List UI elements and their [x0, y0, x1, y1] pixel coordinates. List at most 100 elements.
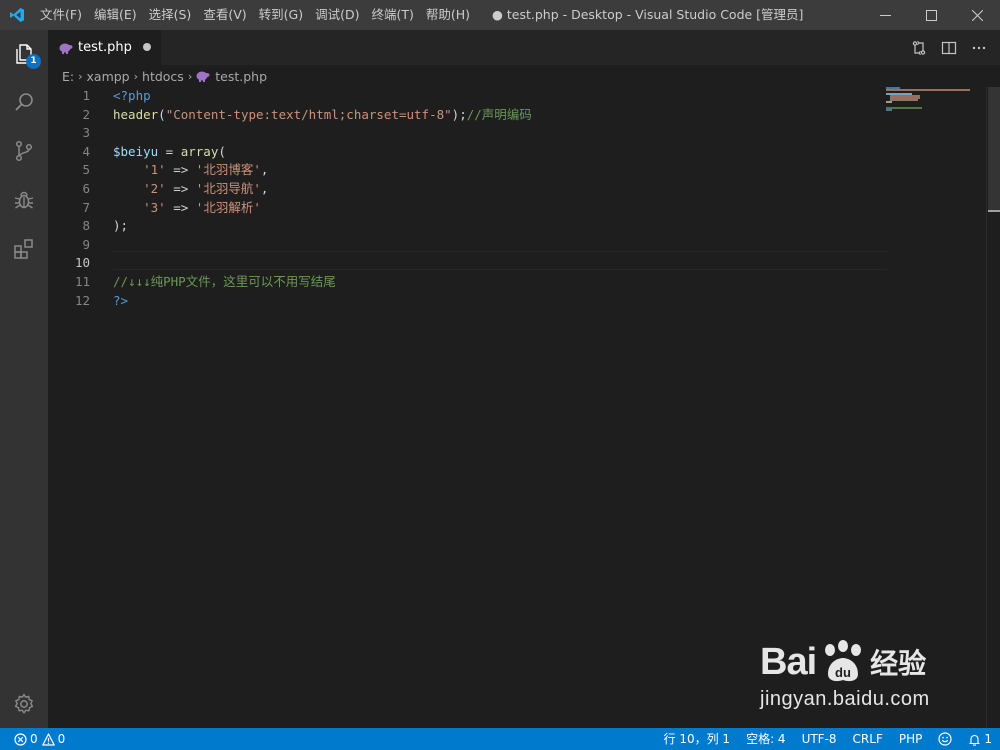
token-operator: => [165, 199, 196, 215]
maximize-icon [925, 9, 937, 21]
menu-help[interactable]: 帮助(H) [420, 0, 476, 30]
vertical-scrollbar[interactable] [986, 87, 1000, 728]
line-number: 11 [74, 273, 90, 289]
token-punct: ( [218, 143, 226, 159]
token-variable: $beiyu [113, 143, 159, 159]
code-line-12: ?> [113, 292, 885, 311]
token-function: header [113, 106, 159, 122]
gear-icon [14, 693, 34, 714]
menu-selection[interactable]: 选择(S) [143, 0, 198, 30]
unsaved-dot-icon[interactable] [143, 43, 151, 51]
minimap[interactable] [886, 87, 986, 728]
menu-debug[interactable]: 调试(D) [309, 0, 365, 30]
code-line-6: '2' => '北羽导航', [113, 180, 885, 199]
php-close-tag: ?> [113, 292, 129, 308]
status-bar-right: 行 10，列 1 空格: 4 UTF-8 CRLF PHP 1 [656, 728, 1000, 750]
watermark-jingyan: 经验 [870, 647, 927, 680]
token-punct: ); [451, 106, 467, 122]
chevron-right-icon: › [78, 69, 83, 83]
breadcrumb-drive[interactable]: E: [62, 69, 74, 84]
split-editor-button[interactable] [938, 37, 960, 59]
activity-bar: 1 [0, 30, 48, 728]
token-string: '3' [143, 199, 166, 215]
close-window-button[interactable] [954, 0, 1000, 30]
php-file-icon [58, 40, 74, 56]
end-of-line[interactable]: CRLF [845, 728, 891, 750]
more-actions-button[interactable] [968, 37, 990, 59]
line-number: 8 [82, 218, 90, 234]
code-line-7: '3' => '北羽解析' [113, 199, 885, 218]
breadcrumb-file[interactable]: test.php [196, 69, 267, 84]
open-changes-button[interactable] [908, 37, 930, 59]
line-number: 2 [82, 106, 90, 122]
menu-bar: 文件(F) 编辑(E) 选择(S) 查看(V) 转到(G) 调试(D) 终端(T… [34, 0, 476, 30]
token-operator: => [165, 162, 196, 178]
breadcrumb-file-label: test.php [215, 68, 268, 84]
token-comment: //↓↓↓纯PHP文件，这里可以不用写结尾 [113, 273, 336, 289]
line-number: 5 [82, 162, 90, 178]
error-count: 0 [30, 732, 38, 746]
menu-terminal[interactable]: 终端(T) [365, 0, 419, 30]
line-number-active: 10 [74, 255, 90, 271]
scrollbar-cursor-marker [988, 210, 1000, 212]
warning-icon [41, 732, 55, 746]
error-icon [14, 732, 27, 746]
explorer-badge: 1 [26, 54, 41, 69]
problems-indicator[interactable]: 0 0 [0, 728, 65, 750]
activity-debug[interactable] [0, 176, 48, 224]
line-number-gutter: 1 2 3 4 5 6 7 8 9 10 11 12 [48, 87, 96, 310]
cursor-position[interactable]: 行 10，列 1 [656, 728, 739, 750]
tab-label: test.php [78, 40, 132, 55]
code-line-5: '1' => '北羽博客', [113, 161, 885, 180]
line-number: 12 [74, 292, 90, 308]
token-function: array [180, 143, 219, 159]
minimize-button[interactable] [862, 0, 908, 30]
token-string: '1' [143, 162, 166, 178]
line-number: 4 [82, 143, 90, 159]
token-string: "Content-type:text/html;charset=utf-8" [165, 106, 452, 122]
status-bar: 0 0 行 10，列 1 空格: 4 UTF-8 CRLF PHP 1 [0, 728, 1000, 750]
indentation[interactable]: 空格: 4 [738, 728, 794, 750]
menu-edit[interactable]: 编辑(E) [88, 0, 143, 30]
chevron-right-icon: › [187, 69, 193, 83]
code-line-2: header("Content-type:text/html;charset=u… [113, 106, 885, 125]
line-number: 9 [82, 236, 90, 252]
file-encoding[interactable]: UTF-8 [794, 728, 845, 750]
bug-icon [14, 191, 34, 209]
token-punct: ( [158, 106, 166, 122]
split-editor-icon [941, 41, 957, 54]
token-string: '北羽解析' [195, 199, 261, 215]
bell-icon [968, 733, 981, 746]
maximize-button[interactable] [908, 0, 954, 30]
editor-actions [908, 30, 990, 65]
token-punct: , [260, 162, 269, 178]
activity-source-control[interactable] [0, 127, 48, 175]
minimize-icon [879, 14, 891, 16]
window-title: ● test.php - Desktop - Visual Studio Cod… [492, 7, 804, 22]
code-editor[interactable]: 1 2 3 4 5 6 7 8 9 10 11 12 <?php header(… [48, 87, 1000, 728]
scrollbar-thumb[interactable] [988, 87, 1000, 212]
svg-text:du: du [835, 665, 851, 680]
language-mode[interactable]: PHP [891, 728, 931, 750]
breadcrumb-htdocs[interactable]: htdocs [142, 69, 184, 84]
compare-changes-icon [912, 40, 926, 55]
chevron-right-icon: › [133, 69, 139, 83]
activity-explorer[interactable]: 1 [0, 30, 48, 78]
menu-view[interactable]: 查看(V) [197, 0, 252, 30]
menu-go[interactable]: 转到(G) [253, 0, 309, 30]
code-lines: <?php header("Content-type:text/html;cha… [113, 87, 885, 310]
ellipsis-icon [972, 46, 986, 49]
baidu-jingyan-watermark: Bai du 经验 jingyan.baidu.com [760, 640, 960, 730]
token-string: '北羽导航' [195, 180, 261, 196]
breadcrumb-xampp[interactable]: xampp [87, 69, 130, 84]
notifications-button[interactable]: 1 [960, 728, 1000, 750]
activity-search[interactable] [0, 78, 48, 126]
activity-extensions[interactable] [0, 225, 48, 273]
token-string: '2' [143, 180, 166, 196]
vscode-logo-icon [0, 0, 34, 30]
activity-settings[interactable] [0, 680, 48, 728]
menu-file[interactable]: 文件(F) [34, 0, 88, 30]
tab-test-php[interactable]: test.php [48, 30, 161, 65]
feedback-button[interactable] [930, 728, 960, 750]
